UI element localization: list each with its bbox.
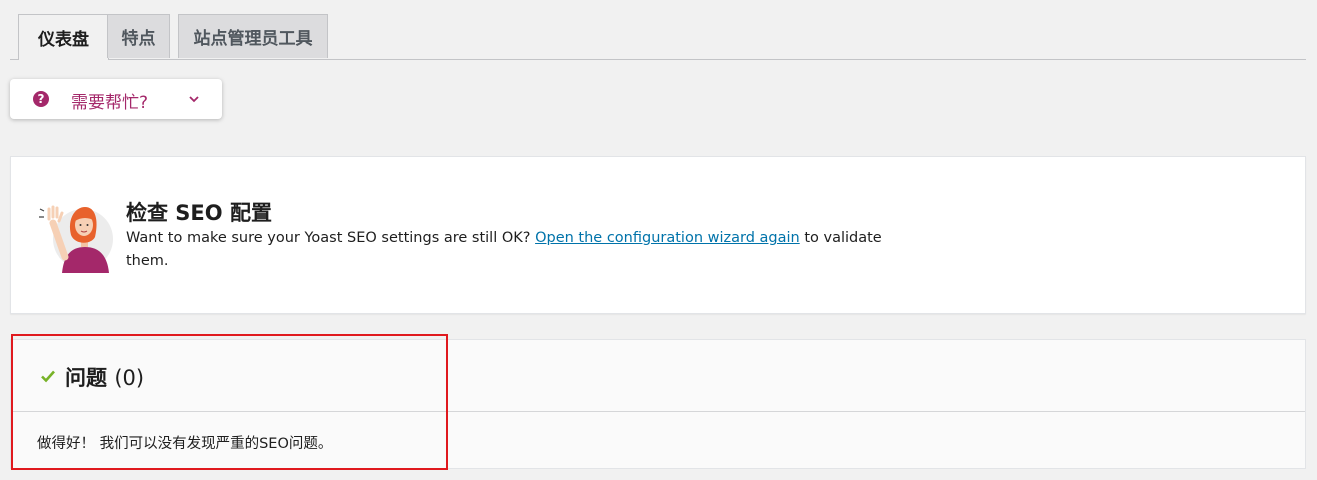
configuration-wizard-link[interactable]: Open the configuration wizard again: [535, 230, 800, 246]
tab-bar: 仪表盘 特点 站点管理员工具: [10, 0, 1306, 60]
chevron-down-icon: [189, 96, 199, 103]
avatar-illustration: [39, 205, 113, 273]
tab-features[interactable]: 特点: [107, 14, 170, 58]
question-circle-icon: ?: [33, 91, 49, 107]
help-button[interactable]: ? 需要帮忙?: [10, 79, 222, 119]
checkmark-icon: [41, 370, 55, 383]
config-title: 检查 SEO 配置: [126, 201, 272, 225]
problems-title-text: 问题: [65, 366, 107, 390]
config-text-before: Want to make sure your Yoast SEO setting…: [126, 230, 536, 246]
help-label: 需要帮忙?: [71, 93, 149, 113]
problems-title: 问题 (0): [65, 362, 144, 392]
problems-message: 做得好！ 我们可以没有发现严重的SEO问题。: [37, 436, 333, 452]
tab-webmaster-tools[interactable]: 站点管理员工具: [178, 14, 328, 58]
configuration-panel: 检查 SEO 配置 Want to make sure your Yoast S…: [10, 156, 1306, 314]
tab-dashboard[interactable]: 仪表盘: [18, 14, 109, 60]
problems-header: 问题 (0): [11, 340, 1305, 412]
config-description: Want to make sure your Yoast SEO setting…: [126, 227, 886, 273]
problems-panel: 问题 (0) 做得好！ 我们可以没有发现严重的SEO问题。: [10, 339, 1306, 469]
problems-count: (0): [114, 366, 145, 390]
